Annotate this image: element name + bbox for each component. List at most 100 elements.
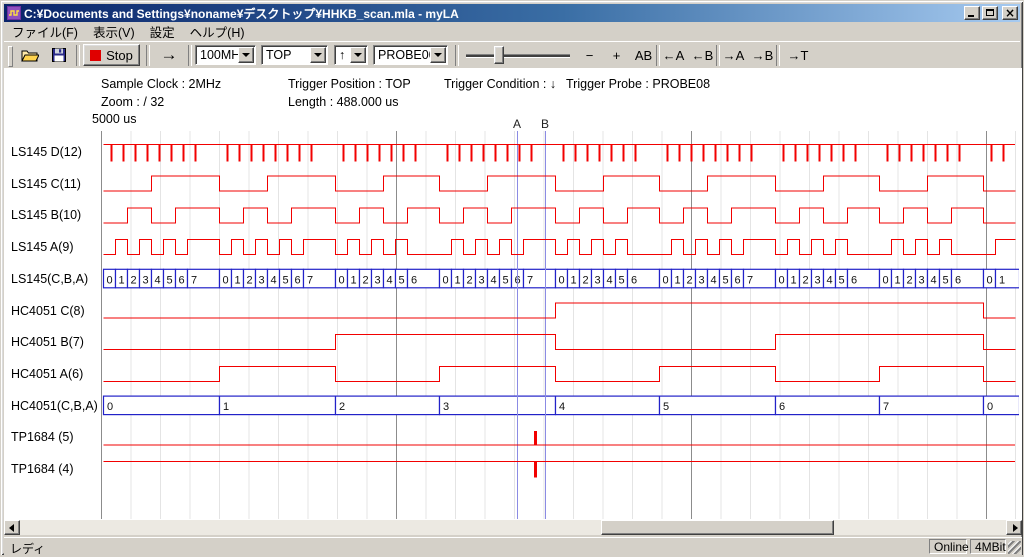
- bus-value: 5: [282, 274, 288, 286]
- run-button[interactable]: →: [153, 44, 185, 66]
- sample-clock-combo[interactable]: 100MHz: [195, 45, 256, 65]
- minimize-button[interactable]: [964, 6, 980, 20]
- dropdown-arrow-icon[interactable]: [350, 47, 366, 63]
- bus-value: 5: [663, 401, 669, 413]
- bus-value: 5: [722, 274, 728, 286]
- bus-value: 4: [270, 274, 276, 286]
- bus-value: 7: [191, 274, 197, 286]
- toolbar-separator: [76, 45, 80, 66]
- horizontal-scrollbar[interactable]: [4, 520, 1022, 535]
- bus-value: 0: [106, 274, 112, 286]
- stop-label: Stop: [106, 48, 133, 63]
- zoom-button-+[interactable]: +: [605, 44, 628, 66]
- trace-hc4051-a-6: [104, 366, 1016, 381]
- dropdown-arrow-icon[interactable]: [310, 47, 326, 63]
- run-arrow-icon: →: [161, 45, 178, 65]
- bus-cell: [220, 396, 336, 415]
- bus-value: 4: [710, 274, 716, 286]
- toolbar-separator: [776, 45, 780, 66]
- zoom-button-AB[interactable]: AB: [632, 44, 655, 66]
- jump-to-trigger-button[interactable]: →T: [783, 44, 813, 66]
- trigger-edge-combo[interactable]: ↑: [334, 45, 368, 65]
- sample-clock-value: 100MHz: [196, 48, 238, 62]
- bus-value: 2: [802, 274, 808, 286]
- bus-value: 2: [906, 274, 912, 286]
- bus-value: 3: [698, 274, 704, 286]
- menu-item-0[interactable]: ファイル(F): [5, 20, 85, 43]
- bus-value: 3: [594, 274, 600, 286]
- grid-lines: [102, 131, 1016, 519]
- trigger-position-combo[interactable]: TOP: [261, 45, 328, 65]
- bus-cell: [336, 396, 440, 415]
- zoom-slider[interactable]: [462, 44, 574, 66]
- bus-value: 2: [246, 274, 252, 286]
- save-button[interactable]: [46, 44, 72, 66]
- open-file-button[interactable]: [16, 44, 44, 66]
- bus-value: 6: [779, 401, 785, 413]
- bus-value: 3: [814, 274, 820, 286]
- minimize-icon: [968, 15, 974, 17]
- bus-value: 0: [882, 274, 888, 286]
- bus-value: 5: [618, 274, 624, 286]
- dropdown-arrow-icon[interactable]: [430, 47, 446, 63]
- bus-value: 7: [747, 274, 753, 286]
- bus-value: 6: [955, 274, 961, 286]
- menu-item-1[interactable]: 表示(V): [86, 20, 142, 43]
- menu-item-3[interactable]: ヘルプ(H): [183, 20, 252, 43]
- bus-cell: [556, 396, 660, 415]
- bus-cell: [880, 396, 984, 415]
- zoom-button-−[interactable]: −: [578, 44, 601, 66]
- scroll-right-button[interactable]: [1006, 520, 1022, 535]
- stop-button[interactable]: Stop: [83, 44, 140, 66]
- bus-cell: [776, 396, 880, 415]
- jump-button-←A[interactable]: ←A: [661, 44, 686, 66]
- bus-value: 0: [107, 401, 113, 413]
- toolbar: Stop → 100MHz TOP ↑ PROBE00: [4, 41, 1020, 69]
- bus-value: 4: [559, 401, 565, 413]
- bus-value: 6: [851, 274, 857, 286]
- trace-ls145-c-11: [104, 176, 1016, 191]
- app-window: C:¥Documents and Settings¥noname¥デスクトップ¥…: [0, 0, 1024, 556]
- bus-value: 2: [362, 274, 368, 286]
- waveforms: [104, 145, 1016, 478]
- menu-item-2[interactable]: 設定: [143, 20, 182, 43]
- bus-value: 1: [790, 274, 796, 286]
- bus-value: 4: [490, 274, 496, 286]
- maximize-button[interactable]: [982, 6, 998, 20]
- bus-value: 1: [674, 274, 680, 286]
- toolbar-separator: [146, 45, 150, 66]
- bus-value: 5: [838, 274, 844, 286]
- bus-value: 4: [386, 274, 392, 286]
- toolbar-separator: [188, 45, 192, 66]
- jump-button-→B[interactable]: →B: [750, 44, 775, 66]
- bus-value: 5: [942, 274, 948, 286]
- bus-cell: [440, 396, 556, 415]
- dropdown-arrow-icon[interactable]: [238, 47, 254, 63]
- floppy-disk-icon: [52, 48, 66, 62]
- bus-value: 4: [154, 274, 160, 286]
- status-online-badge: Online: [929, 539, 967, 554]
- slider-thumb[interactable]: [494, 46, 504, 64]
- bus-value: 2: [130, 274, 136, 286]
- bus-value: 1: [999, 274, 1005, 286]
- toolbar-grip[interactable]: [8, 46, 13, 67]
- bus-value: 3: [374, 274, 380, 286]
- trigger-probe-combo[interactable]: PROBE00: [373, 45, 448, 65]
- bus-value: 2: [582, 274, 588, 286]
- bus-value: 6: [734, 274, 740, 286]
- bus-value: 0: [986, 274, 992, 286]
- resize-grip-icon[interactable]: [1008, 541, 1021, 554]
- bus-value: 3: [258, 274, 264, 286]
- bus-value: 1: [894, 274, 900, 286]
- jump-button-←B[interactable]: ←B: [690, 44, 715, 66]
- scroll-left-button[interactable]: [4, 520, 20, 535]
- jump-button-→A[interactable]: →A: [721, 44, 746, 66]
- bus-value: 0: [778, 274, 784, 286]
- close-button[interactable]: ×: [1002, 6, 1018, 20]
- bus-value: 3: [443, 401, 449, 413]
- bus-value: 0: [662, 274, 668, 286]
- bus-cell: [104, 396, 220, 415]
- app-icon: [7, 6, 21, 20]
- status-ready-text: レディ: [10, 540, 45, 557]
- scrollbar-thumb[interactable]: [601, 520, 834, 535]
